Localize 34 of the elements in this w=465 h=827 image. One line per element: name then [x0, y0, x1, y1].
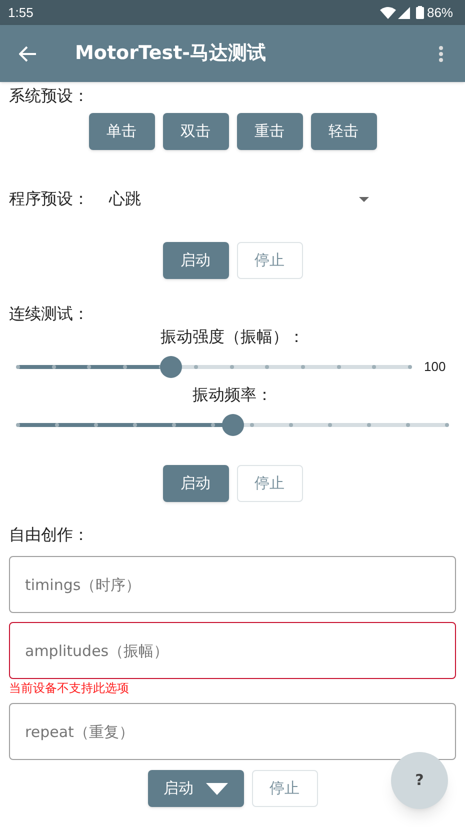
- stop-button[interactable]: 停止: [236, 465, 302, 502]
- start-button[interactable]: 启动: [162, 242, 228, 279]
- battery-percent: 86%: [426, 4, 453, 22]
- slider-label: 振动强度（振幅）：: [160, 326, 304, 348]
- section-label: 系统预设：: [9, 85, 90, 107]
- wifi-icon: [380, 6, 396, 18]
- battery-icon: [416, 6, 424, 19]
- preset-button[interactable]: 重击: [236, 113, 302, 150]
- slider[interactable]: [18, 355, 410, 379]
- more-icon: [439, 46, 443, 62]
- preset-button[interactable]: 轻击: [310, 113, 376, 150]
- back-arrow-icon: [19, 46, 37, 62]
- section-label: 连续测试：: [9, 303, 90, 325]
- slider-value: 100: [424, 358, 446, 376]
- error-message: 当前设备不支持此选项: [9, 680, 130, 696]
- preset-dropdown[interactable]: 心跳: [109, 184, 369, 214]
- preset-button[interactable]: 双击: [162, 113, 228, 150]
- status-time: 1:55: [8, 4, 34, 22]
- start-button[interactable]: 启动: [148, 770, 244, 807]
- slider-label: 振动频率：: [192, 384, 272, 406]
- section-label: 自由创作：: [9, 524, 90, 546]
- input-field[interactable]: timings（时序）: [9, 556, 456, 613]
- input-field[interactable]: repeat（重复）: [9, 703, 456, 760]
- signal-icon: [398, 6, 410, 18]
- section-label: 程序预设：: [9, 188, 90, 210]
- stop-button[interactable]: 停止: [236, 242, 302, 279]
- input-field[interactable]: amplitudes（振幅）: [9, 622, 456, 679]
- slider[interactable]: [18, 413, 447, 437]
- stop-button[interactable]: 停止: [252, 770, 318, 807]
- preset-button[interactable]: 单击: [88, 113, 154, 150]
- app-title: MotorTest-马达测试: [75, 41, 266, 66]
- help-button[interactable]: ?: [391, 752, 448, 809]
- dropdown-caret-icon: [359, 196, 369, 202]
- start-button[interactable]: 启动: [162, 465, 228, 502]
